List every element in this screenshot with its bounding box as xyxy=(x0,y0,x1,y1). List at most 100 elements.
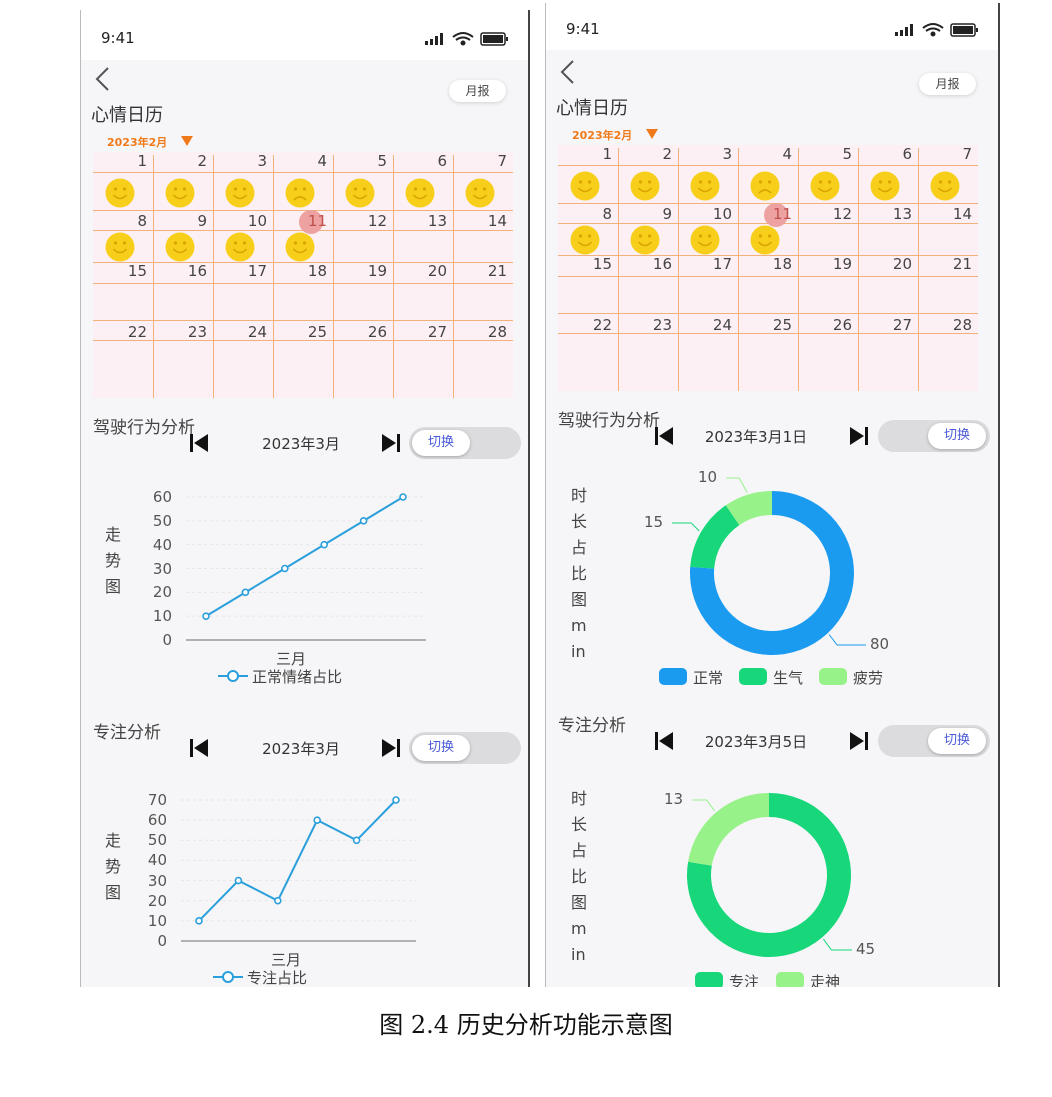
month-selector[interactable]: 2023年2月 xyxy=(572,127,632,143)
calendar-day[interactable]: 7 xyxy=(467,152,507,170)
legend-item[interactable]: 正常情绪占比 xyxy=(218,666,342,686)
calendar-day[interactable]: 3 xyxy=(227,152,267,170)
calendar-day[interactable]: 28 xyxy=(932,316,972,334)
previous-period-button[interactable] xyxy=(189,433,209,453)
calendar-day[interactable]: 17 xyxy=(227,262,267,280)
smiley-face-icon[interactable] xyxy=(630,225,660,255)
smiley-face-icon[interactable] xyxy=(225,178,255,208)
calendar-day[interactable]: 19 xyxy=(812,255,852,273)
calendar-day[interactable]: 14 xyxy=(467,212,507,230)
legend-swatch[interactable] xyxy=(819,668,847,685)
toggle-switch[interactable]: 切换 xyxy=(409,732,521,764)
calendar-day[interactable]: 20 xyxy=(872,255,912,273)
legend-label[interactable]: 走神 xyxy=(810,971,840,987)
smiley-face-icon[interactable] xyxy=(930,171,960,201)
smiley-face-icon[interactable] xyxy=(405,178,435,208)
calendar-day[interactable]: 1 xyxy=(107,152,147,170)
month-selector[interactable]: 2023年2月 xyxy=(107,134,167,150)
next-period-button[interactable] xyxy=(381,738,401,758)
monthly-report-button[interactable]: 月报 xyxy=(919,73,976,95)
calendar-day[interactable]: 8 xyxy=(107,212,147,230)
calendar-day[interactable]: 5 xyxy=(347,152,387,170)
calendar-day[interactable]: 9 xyxy=(632,205,672,223)
calendar-day[interactable]: 14 xyxy=(932,205,972,223)
calendar-day[interactable]: 12 xyxy=(347,212,387,230)
dropdown-triangle-icon[interactable] xyxy=(181,136,193,146)
calendar-day[interactable]: 27 xyxy=(872,316,912,334)
legend-swatch[interactable] xyxy=(739,668,767,685)
smiley-face-icon[interactable] xyxy=(810,171,840,201)
smiley-face-icon[interactable] xyxy=(690,171,720,201)
calendar-day[interactable]: 12 xyxy=(812,205,852,223)
legend-swatch[interactable] xyxy=(659,668,687,685)
calendar-day[interactable]: 16 xyxy=(632,255,672,273)
smiley-face-icon[interactable] xyxy=(345,178,375,208)
calendar-day[interactable]: 10 xyxy=(692,205,732,223)
legend-label[interactable]: 疲劳 xyxy=(853,667,883,688)
smiley-face-icon[interactable] xyxy=(570,171,600,201)
sad-face-icon[interactable] xyxy=(285,178,315,208)
smiley-face-icon[interactable] xyxy=(570,225,600,255)
back-button[interactable] xyxy=(93,66,113,92)
smiley-face-icon[interactable] xyxy=(750,225,780,255)
calendar-day[interactable]: 2 xyxy=(632,145,672,163)
calendar-day[interactable]: 16 xyxy=(167,262,207,280)
calendar-day[interactable]: 6 xyxy=(872,145,912,163)
next-period-button[interactable] xyxy=(381,433,401,453)
calendar-day[interactable]: 4 xyxy=(287,152,327,170)
sad-face-icon[interactable] xyxy=(750,171,780,201)
calendar-day[interactable]: 25 xyxy=(752,316,792,334)
smiley-face-icon[interactable] xyxy=(105,232,135,262)
back-button[interactable] xyxy=(558,59,578,85)
calendar-day[interactable]: 15 xyxy=(107,262,147,280)
smiley-face-icon[interactable] xyxy=(870,171,900,201)
dropdown-triangle-icon[interactable] xyxy=(646,129,658,139)
calendar-day[interactable]: 27 xyxy=(407,323,447,341)
calendar-day[interactable]: 8 xyxy=(572,205,612,223)
monthly-report-button[interactable]: 月报 xyxy=(449,80,506,102)
calendar-day[interactable]: 6 xyxy=(407,152,447,170)
calendar-day[interactable]: 4 xyxy=(752,145,792,163)
calendar-day[interactable]: 7 xyxy=(932,145,972,163)
legend-label[interactable]: 专注 xyxy=(729,971,759,987)
calendar-day[interactable]: 13 xyxy=(872,205,912,223)
legend-swatch[interactable] xyxy=(776,972,804,987)
toggle-switch[interactable]: 切换 xyxy=(409,427,521,459)
smiley-face-icon[interactable] xyxy=(105,178,135,208)
calendar-day[interactable]: 21 xyxy=(467,262,507,280)
calendar-day[interactable]: 24 xyxy=(692,316,732,334)
calendar-day[interactable]: 18 xyxy=(752,255,792,273)
calendar-day[interactable]: 23 xyxy=(632,316,672,334)
calendar-day[interactable]: 26 xyxy=(347,323,387,341)
calendar-day[interactable]: 28 xyxy=(467,323,507,341)
smiley-face-icon[interactable] xyxy=(465,178,495,208)
calendar-day[interactable]: 10 xyxy=(227,212,267,230)
legend-label[interactable]: 生气 xyxy=(773,667,803,688)
toggle-knob-label[interactable]: 切换 xyxy=(412,735,470,761)
smiley-face-icon[interactable] xyxy=(285,232,315,262)
toggle-knob-label[interactable]: 切换 xyxy=(412,430,470,456)
smiley-face-icon[interactable] xyxy=(690,225,720,255)
previous-period-button[interactable] xyxy=(654,731,674,751)
toggle-switch[interactable]: 切换 xyxy=(878,420,990,452)
calendar-day[interactable]: 15 xyxy=(572,255,612,273)
toggle-knob-label[interactable]: 切换 xyxy=(928,423,986,449)
legend-swatch[interactable] xyxy=(695,972,723,987)
next-period-button[interactable] xyxy=(849,731,869,751)
calendar-day[interactable]: 19 xyxy=(347,262,387,280)
toggle-knob-label[interactable]: 切换 xyxy=(928,728,986,754)
calendar-day[interactable]: 21 xyxy=(932,255,972,273)
smiley-face-icon[interactable] xyxy=(630,171,660,201)
previous-period-button[interactable] xyxy=(654,426,674,446)
calendar-day[interactable]: 3 xyxy=(692,145,732,163)
calendar-day[interactable]: 13 xyxy=(407,212,447,230)
calendar-day[interactable]: 11 xyxy=(752,205,792,223)
calendar-day[interactable]: 24 xyxy=(227,323,267,341)
calendar-day[interactable]: 25 xyxy=(287,323,327,341)
calendar-day[interactable]: 17 xyxy=(692,255,732,273)
calendar-day[interactable]: 1 xyxy=(572,145,612,163)
legend-item[interactable]: 专注占比 xyxy=(213,967,307,987)
calendar-day[interactable]: 5 xyxy=(812,145,852,163)
calendar-day[interactable]: 22 xyxy=(107,323,147,341)
calendar-day[interactable]: 20 xyxy=(407,262,447,280)
